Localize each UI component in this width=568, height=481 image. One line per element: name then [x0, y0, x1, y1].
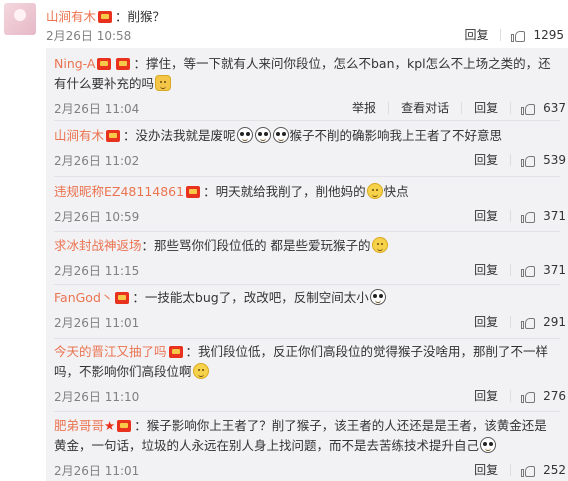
panda-emoji-icon [369, 289, 386, 305]
reply-item: FanGod丶 ：一技能太bug了，改改吧，反制空间太小 2月26日 11:01 … [54, 288, 566, 330]
like-count: 371 [543, 209, 566, 223]
reply-time: 2月26日 11:04 [54, 102, 140, 116]
like-button[interactable]: 371 [511, 263, 566, 277]
comment-username[interactable]: 山涧有木 [46, 9, 96, 24]
like-button[interactable]: 637 [511, 101, 566, 115]
reply-item: 山涧有木 ：没办法我就是废呢 猴子不削的确影响我上王者了不好意思 2月26日 11:… [54, 126, 566, 168]
reply-text-cont: 猴子不削的确影响我上王者了不好意思 [289, 128, 503, 143]
like-button[interactable]: 539 [511, 153, 566, 167]
member-badge-icon [117, 420, 132, 432]
laugh-emoji-icon [371, 237, 388, 253]
reply-button[interactable]: 回复 [462, 154, 512, 166]
replies-panel: Ning-A ：撑住，等一下就有人来问你段位，怎么不ban，kpl怎么不上场之类的… [46, 48, 568, 481]
member-badge-icon [98, 11, 113, 23]
reply-item: 违规昵称EZ48114861 ：明天就给我削了，削他妈的 快点 2月26日 10:5… [54, 182, 566, 224]
reply-text: ：明天就给我削了，削他妈的 [203, 184, 366, 199]
panda-emoji-icon [272, 127, 289, 143]
member-badge-icon [116, 58, 131, 70]
reply-text-cont: 快点 [383, 184, 409, 199]
thumbs-up-icon [521, 315, 536, 329]
reply-time: 2月26日 10:59 [54, 210, 140, 224]
star-badge-icon: ★ [104, 418, 116, 433]
reply-button[interactable]: 回复 [462, 102, 512, 114]
panda-emoji-icon [480, 437, 497, 453]
like-count: 637 [543, 101, 566, 115]
reply-time: 2月26日 11:15 [54, 264, 140, 278]
user-avatar[interactable] [4, 3, 36, 35]
smile-emoji-icon [366, 183, 383, 199]
panda-emoji-icon [236, 127, 253, 143]
comment-text: ：削猴？ [115, 9, 166, 24]
panda-emoji-icon [254, 127, 271, 143]
reply-text-cont: 不影响你们高段位啊 [79, 364, 192, 379]
thumbs-up-icon [511, 28, 526, 42]
thumbs-up-icon [521, 263, 536, 277]
divider [54, 284, 560, 285]
like-button[interactable]: 1295 [501, 28, 564, 42]
reply-username[interactable]: 山涧有木 [54, 128, 104, 143]
like-button[interactable]: 371 [511, 209, 566, 223]
divider [54, 176, 560, 177]
like-button[interactable]: 252 [511, 463, 566, 477]
member-badge-icon [186, 186, 201, 198]
reply-button[interactable]: 回复 [462, 210, 512, 222]
reply-button[interactable]: 回复 [462, 316, 512, 328]
reply-username[interactable]: 今天的晋江又抽了吗 [54, 344, 167, 359]
top-comment: 山涧有木 ：削猴？ 2月26日 10:58 回复 1295 [0, 0, 568, 48]
cat-emoji-icon [155, 75, 172, 91]
reply-username[interactable]: 求冰封战神返场 [54, 238, 142, 253]
wink-emoji-icon [192, 363, 209, 379]
reply-username[interactable]: 肥弟哥哥 [54, 418, 104, 433]
like-count: 291 [543, 315, 566, 329]
member-badge-icon [106, 130, 121, 142]
thumbs-up-icon [521, 153, 536, 167]
member-badge-icon [97, 58, 112, 70]
reply-text-cont: 金，一句话，垃圾的人永远在别人身上找问题，而不是去苦练技术提升自己 [66, 438, 480, 453]
like-count: 276 [543, 389, 566, 403]
view-conversation-button[interactable]: 查看对话 [389, 102, 463, 114]
reply-item: 今天的晋江又抽了吗 ：我们段位低，反正你们高段位的觉得猴子没啥用，那削了不一样吗，… [54, 342, 566, 404]
like-count: 1295 [533, 28, 564, 42]
thumbs-up-icon [521, 101, 536, 115]
member-badge-icon [168, 346, 183, 358]
like-button[interactable]: 276 [511, 389, 566, 403]
reply-time: 2月26日 11:02 [54, 154, 140, 168]
reply-time: 2月26日 11:01 [54, 464, 140, 478]
like-count: 252 [543, 463, 566, 477]
like-count: 371 [543, 263, 566, 277]
like-count: 539 [543, 153, 566, 167]
reply-button[interactable]: 回复 [462, 264, 512, 276]
reply-text: ：一技能太bug了，改改吧，反制空间太小 [132, 290, 369, 305]
reply-item: Ning-A ：撑住，等一下就有人来问你段位，怎么不ban，kpl怎么不上场之类的… [54, 54, 566, 116]
thumbs-up-icon [521, 463, 536, 477]
reply-button[interactable]: 回复 [452, 29, 502, 41]
reply-item: 肥弟哥哥★ ：猴子影响你上王者了？削了猴子，该王者的人还还是是王者，该黄金还是黄金… [54, 416, 566, 478]
member-badge-icon [115, 292, 130, 304]
reply-username[interactable]: 违规昵称EZ48114861 [54, 184, 184, 199]
reply-text: ：没办法我就是废呢 [123, 128, 236, 143]
divider [54, 231, 560, 232]
reply-button[interactable]: 回复 [462, 464, 512, 476]
divider [54, 338, 560, 339]
report-button[interactable]: 举报 [340, 102, 390, 114]
divider [54, 411, 560, 412]
reply-text-cont: 么要补充的吗 [79, 76, 155, 91]
like-button[interactable]: 291 [511, 315, 566, 329]
thumbs-up-icon [521, 389, 536, 403]
divider [54, 120, 560, 121]
comment-time: 2月26日 10:58 [46, 29, 132, 43]
reply-time: 2月26日 11:01 [54, 316, 140, 330]
reply-username[interactable]: FanGod丶 [54, 290, 113, 305]
reply-username[interactable]: Ning-A [54, 56, 95, 71]
reply-text: ：那些骂你们段位低的 都是些爱玩猴子的 [141, 238, 371, 253]
thumbs-up-icon [521, 209, 536, 223]
reply-button[interactable]: 回复 [462, 390, 512, 402]
reply-time: 2月26日 11:10 [54, 390, 140, 404]
reply-item: 求冰封战神返场：那些骂你们段位低的 都是些爱玩猴子的 2月26日 11:15 回… [54, 236, 566, 278]
